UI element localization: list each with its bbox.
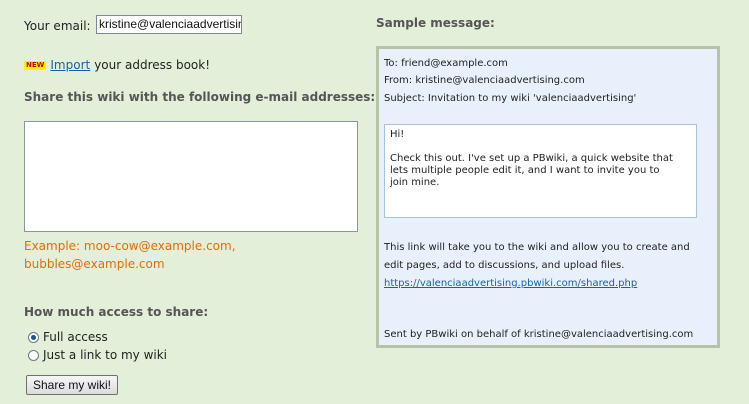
sample-info-line-1: This link will take you to the wiki and … bbox=[384, 242, 690, 253]
example-line-1: Example: moo-cow@example.com, bbox=[24, 239, 236, 253]
sample-to: To: friend@example.com bbox=[384, 58, 508, 69]
new-badge: NEW bbox=[24, 60, 47, 70]
access-heading: How much access to share: bbox=[24, 305, 209, 319]
radio-label-full-access: Full access bbox=[43, 330, 108, 344]
sample-body-box: Hi! Check this out. I've set up a PBwiki… bbox=[384, 124, 697, 218]
share-wiki-button[interactable]: Share my wiki! bbox=[26, 375, 119, 395]
radio-link-only[interactable]: Just a link to my wiki bbox=[28, 348, 167, 362]
sample-heading: Sample message: bbox=[376, 16, 495, 30]
sample-body-line-3: join mine. bbox=[390, 177, 440, 188]
sample-subject: Subject: Invitation to my wiki 'valencia… bbox=[384, 93, 637, 104]
sample-body-line-2: lets multiple people edit it, and I want… bbox=[390, 165, 660, 176]
sample-footer: Sent by PBwiki on behalf of kristine@val… bbox=[384, 329, 694, 340]
sample-from: From: kristine@valenciaadvertising.com bbox=[384, 75, 585, 86]
import-link[interactable]: Import bbox=[50, 58, 90, 72]
email-addresses-textarea[interactable] bbox=[24, 121, 358, 232]
radio-full-access[interactable]: Full access bbox=[28, 330, 108, 344]
sample-info-line-2: edit pages, add to discussions, and uplo… bbox=[384, 260, 625, 271]
share-heading: Share this wiki with the following e-mai… bbox=[24, 90, 376, 104]
radio-button-checked[interactable] bbox=[28, 331, 39, 343]
radio-button-unchecked[interactable] bbox=[28, 349, 39, 361]
radio-label-link-only: Just a link to my wiki bbox=[43, 348, 168, 362]
sample-body-line-1: Check this out. I've set up a PBwiki, a … bbox=[390, 153, 673, 164]
sample-greeting: Hi! bbox=[390, 129, 405, 140]
example-line-2: bubbles@example.com bbox=[24, 257, 165, 271]
example-hint: Example: moo-cow@example.com, bubbles@ex… bbox=[24, 237, 236, 273]
email-label: Your email: bbox=[24, 19, 91, 33]
import-suffix: your address book! bbox=[94, 58, 211, 72]
sample-message-box: To: friend@example.com From: kristine@va… bbox=[376, 46, 720, 348]
sample-shared-link[interactable]: https://valenciaadvertising.pbwiki.com/s… bbox=[384, 278, 637, 289]
import-row: NEW Import your address book! bbox=[24, 58, 210, 72]
email-field[interactable]: kristine@valenciaadvertising.com bbox=[96, 15, 242, 34]
